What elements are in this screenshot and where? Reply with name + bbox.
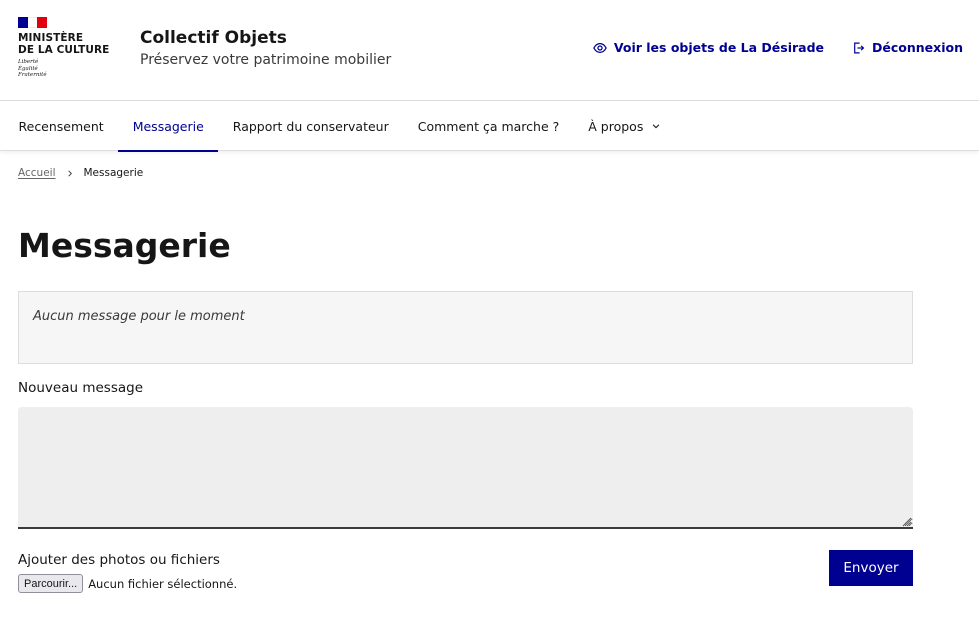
new-message-label: Nouveau message bbox=[18, 380, 144, 396]
site-header: Ministère de la Culture Liberté Égalité … bbox=[0, 0, 979, 101]
attach-files-label: Ajouter des photos ou fichiers bbox=[18, 552, 220, 568]
message-list: Aucun message pour le moment bbox=[18, 291, 913, 364]
header-tools: Voir les objets de La Désirade Déconnexi… bbox=[565, 40, 963, 55]
nav-item-a-propos[interactable]: À propos bbox=[574, 101, 676, 151]
marianne-flag-icon bbox=[18, 17, 48, 28]
ministry-name-line-1: Ministère bbox=[18, 32, 84, 44]
chevron-down-icon bbox=[653, 124, 660, 129]
motto-fraternite: Fraternité bbox=[18, 72, 47, 78]
new-message-textarea[interactable] bbox=[18, 407, 913, 529]
page-title: Messagerie bbox=[18, 226, 231, 265]
file-input[interactable]: Parcourir... Aucun fichier sélectionné. bbox=[18, 574, 237, 593]
nav-item-recensement[interactable]: Recensement bbox=[4, 101, 118, 151]
logout-label: Déconnexion bbox=[872, 40, 963, 55]
breadcrumb: Accueil Messagerie bbox=[18, 167, 143, 179]
breadcrumb-home-link[interactable]: Accueil bbox=[18, 167, 56, 179]
service-title[interactable]: Collectif Objets bbox=[140, 27, 391, 49]
send-button[interactable]: Envoyer bbox=[829, 550, 913, 586]
logout-link[interactable]: Déconnexion bbox=[852, 40, 963, 55]
chevron-right-icon bbox=[66, 169, 74, 178]
view-objects-label: Voir les objets de La Désirade bbox=[613, 40, 825, 55]
resize-grip-icon[interactable] bbox=[900, 515, 912, 527]
main-navigation: Recensement Messagerie Rapport du conser… bbox=[0, 101, 979, 152]
nav-item-comment-ca-marche[interactable]: Comment ça marche ? bbox=[403, 101, 574, 151]
view-objects-link[interactable]: Voir les objets de La Désirade bbox=[593, 40, 824, 55]
logout-icon bbox=[854, 42, 865, 53]
service-tagline: Préservez votre patrimoine mobilier bbox=[140, 52, 392, 68]
nav-item-label: Rapport du conservateur bbox=[232, 118, 389, 134]
ministry-name: Ministère de la Culture bbox=[18, 32, 118, 56]
file-status-text: Aucun fichier sélectionné. bbox=[88, 576, 238, 591]
nav-item-messagerie[interactable]: Messagerie bbox=[118, 101, 219, 152]
nav-item-label: Recensement bbox=[18, 118, 104, 134]
nav-item-rapport-conservateur[interactable]: Rapport du conservateur bbox=[218, 101, 403, 151]
eye-icon bbox=[593, 42, 607, 53]
service-branding[interactable]: Collectif Objets Préservez votre patrimo… bbox=[140, 27, 391, 70]
republic-motto: Liberté Égalité Fraternité bbox=[18, 59, 118, 79]
nav-item-label: Comment ça marche ? bbox=[417, 118, 560, 134]
nav-item-label: Messagerie bbox=[132, 118, 204, 134]
empty-messages-text: Aucun message pour le moment bbox=[33, 309, 245, 324]
browse-button[interactable]: Parcourir... bbox=[18, 574, 84, 593]
nav-item-label: À propos bbox=[588, 118, 644, 134]
ministry-logo[interactable]: Ministère de la Culture Liberté Égalité … bbox=[18, 17, 118, 79]
breadcrumb-current: Messagerie bbox=[83, 167, 144, 179]
ministry-name-line-2: de la Culture bbox=[18, 44, 110, 56]
